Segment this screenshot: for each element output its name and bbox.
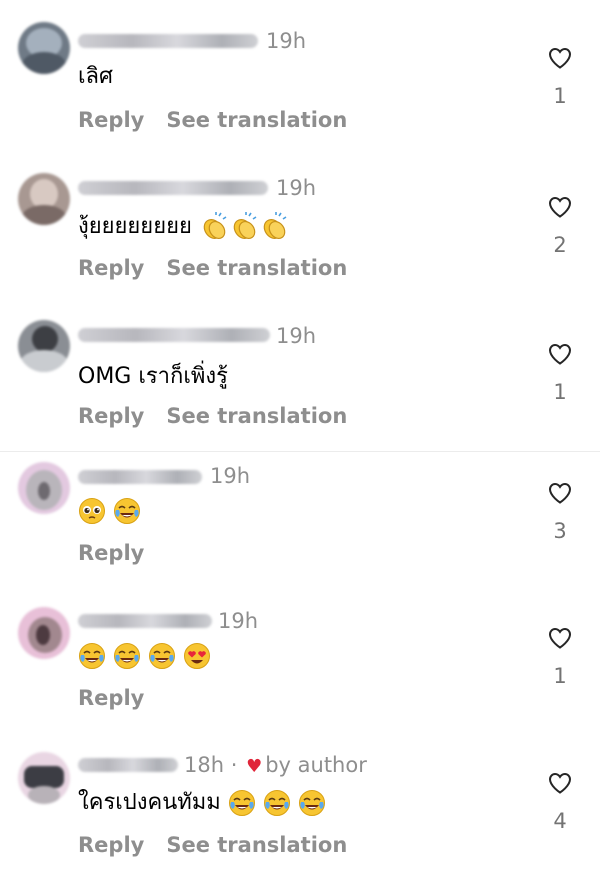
reply-button[interactable]: Reply [78, 833, 144, 857]
comment-time: 19h [266, 29, 307, 53]
avatar[interactable] [18, 320, 70, 372]
avatar[interactable] [18, 752, 70, 804]
comment-actions: Reply See translation [78, 832, 369, 858]
tears-of-joy-icon [228, 790, 255, 816]
comment-text [78, 641, 211, 671]
username-blurred[interactable] [78, 758, 178, 772]
comment-text: เลิศ [78, 64, 113, 89]
comment-text: งุ้ยยยยยยยย [78, 212, 289, 242]
username-blurred[interactable] [78, 614, 212, 628]
like-control: 4 [545, 772, 575, 834]
see-translation-button[interactable]: See translation [166, 256, 347, 280]
comment-text: OMG เราก็เพิ่งรู้ [78, 364, 228, 389]
comment-actions: Reply [78, 685, 166, 711]
tears-of-joy-icon [263, 790, 290, 816]
comment-time: 19h [276, 176, 317, 200]
username-blurred[interactable] [78, 328, 270, 342]
see-translation-button[interactable]: See translation [166, 108, 347, 132]
comment-actions: Reply See translation [78, 107, 369, 133]
reply-button[interactable]: Reply [78, 686, 144, 710]
comment-time: 19h [210, 464, 251, 488]
comment-actions: Reply See translation [78, 255, 369, 281]
clapping-hands-icon [203, 212, 227, 239]
username-blurred[interactable] [78, 470, 202, 484]
reply-button[interactable]: Reply [78, 108, 144, 132]
comment-time: 18h · ♥ by author [184, 753, 367, 777]
heart-filled-icon: ♥ [246, 756, 263, 777]
like-count: 2 [553, 233, 567, 257]
tears-of-joy-icon [298, 790, 325, 816]
liked-by-author-label: by author [265, 753, 367, 777]
username-blurred[interactable] [78, 34, 258, 48]
reply-button[interactable]: Reply [78, 404, 144, 428]
divider [0, 451, 600, 452]
like-control: 1 [545, 47, 575, 109]
like-count: 1 [553, 380, 567, 404]
comment-time: 19h [276, 324, 317, 348]
like-control: 1 [545, 627, 575, 689]
avatar[interactable] [18, 462, 70, 514]
like-control: 1 [545, 343, 575, 405]
tears-of-joy-icon [114, 643, 140, 669]
like-count: 4 [553, 809, 567, 833]
clapping-hands-icon [233, 212, 257, 239]
username-blurred[interactable] [78, 181, 268, 195]
tears-of-joy-icon [79, 643, 105, 669]
heart-eyes-icon [184, 643, 210, 669]
heart-outline-icon[interactable] [548, 627, 572, 649]
like-count: 1 [553, 84, 567, 108]
comment-text-content: งุ้ยยยยยยยย [78, 214, 192, 239]
like-control: 3 [545, 482, 575, 544]
time-ago: 18h [184, 753, 225, 777]
comment-actions: Reply See translation [78, 403, 369, 429]
avatar[interactable] [18, 22, 70, 74]
heart-outline-icon[interactable] [548, 47, 572, 69]
reply-button[interactable]: Reply [78, 256, 144, 280]
see-translation-button[interactable]: See translation [166, 404, 347, 428]
heart-outline-icon[interactable] [548, 343, 572, 365]
heart-outline-icon[interactable] [548, 196, 572, 218]
see-translation-button[interactable]: See translation [166, 833, 347, 857]
like-count: 3 [553, 519, 567, 543]
comment-time: 19h [218, 609, 259, 633]
avatar[interactable] [18, 173, 70, 225]
reply-button[interactable]: Reply [78, 541, 144, 565]
comment-text [78, 496, 141, 526]
heart-outline-icon[interactable] [548, 482, 572, 504]
heart-outline-icon[interactable] [548, 772, 572, 794]
comment-actions: Reply [78, 540, 166, 566]
comment-text-content: ใครเปงคนทัมม [78, 790, 221, 815]
comment-text: ใครเปงคนทัมม [78, 788, 326, 818]
like-control: 2 [545, 196, 575, 258]
tears-of-joy-icon [114, 498, 140, 524]
pleading-face-icon [79, 498, 105, 524]
clapping-hands-icon [263, 212, 287, 239]
avatar[interactable] [18, 607, 70, 659]
tears-of-joy-icon [149, 643, 175, 669]
like-count: 1 [553, 664, 567, 688]
